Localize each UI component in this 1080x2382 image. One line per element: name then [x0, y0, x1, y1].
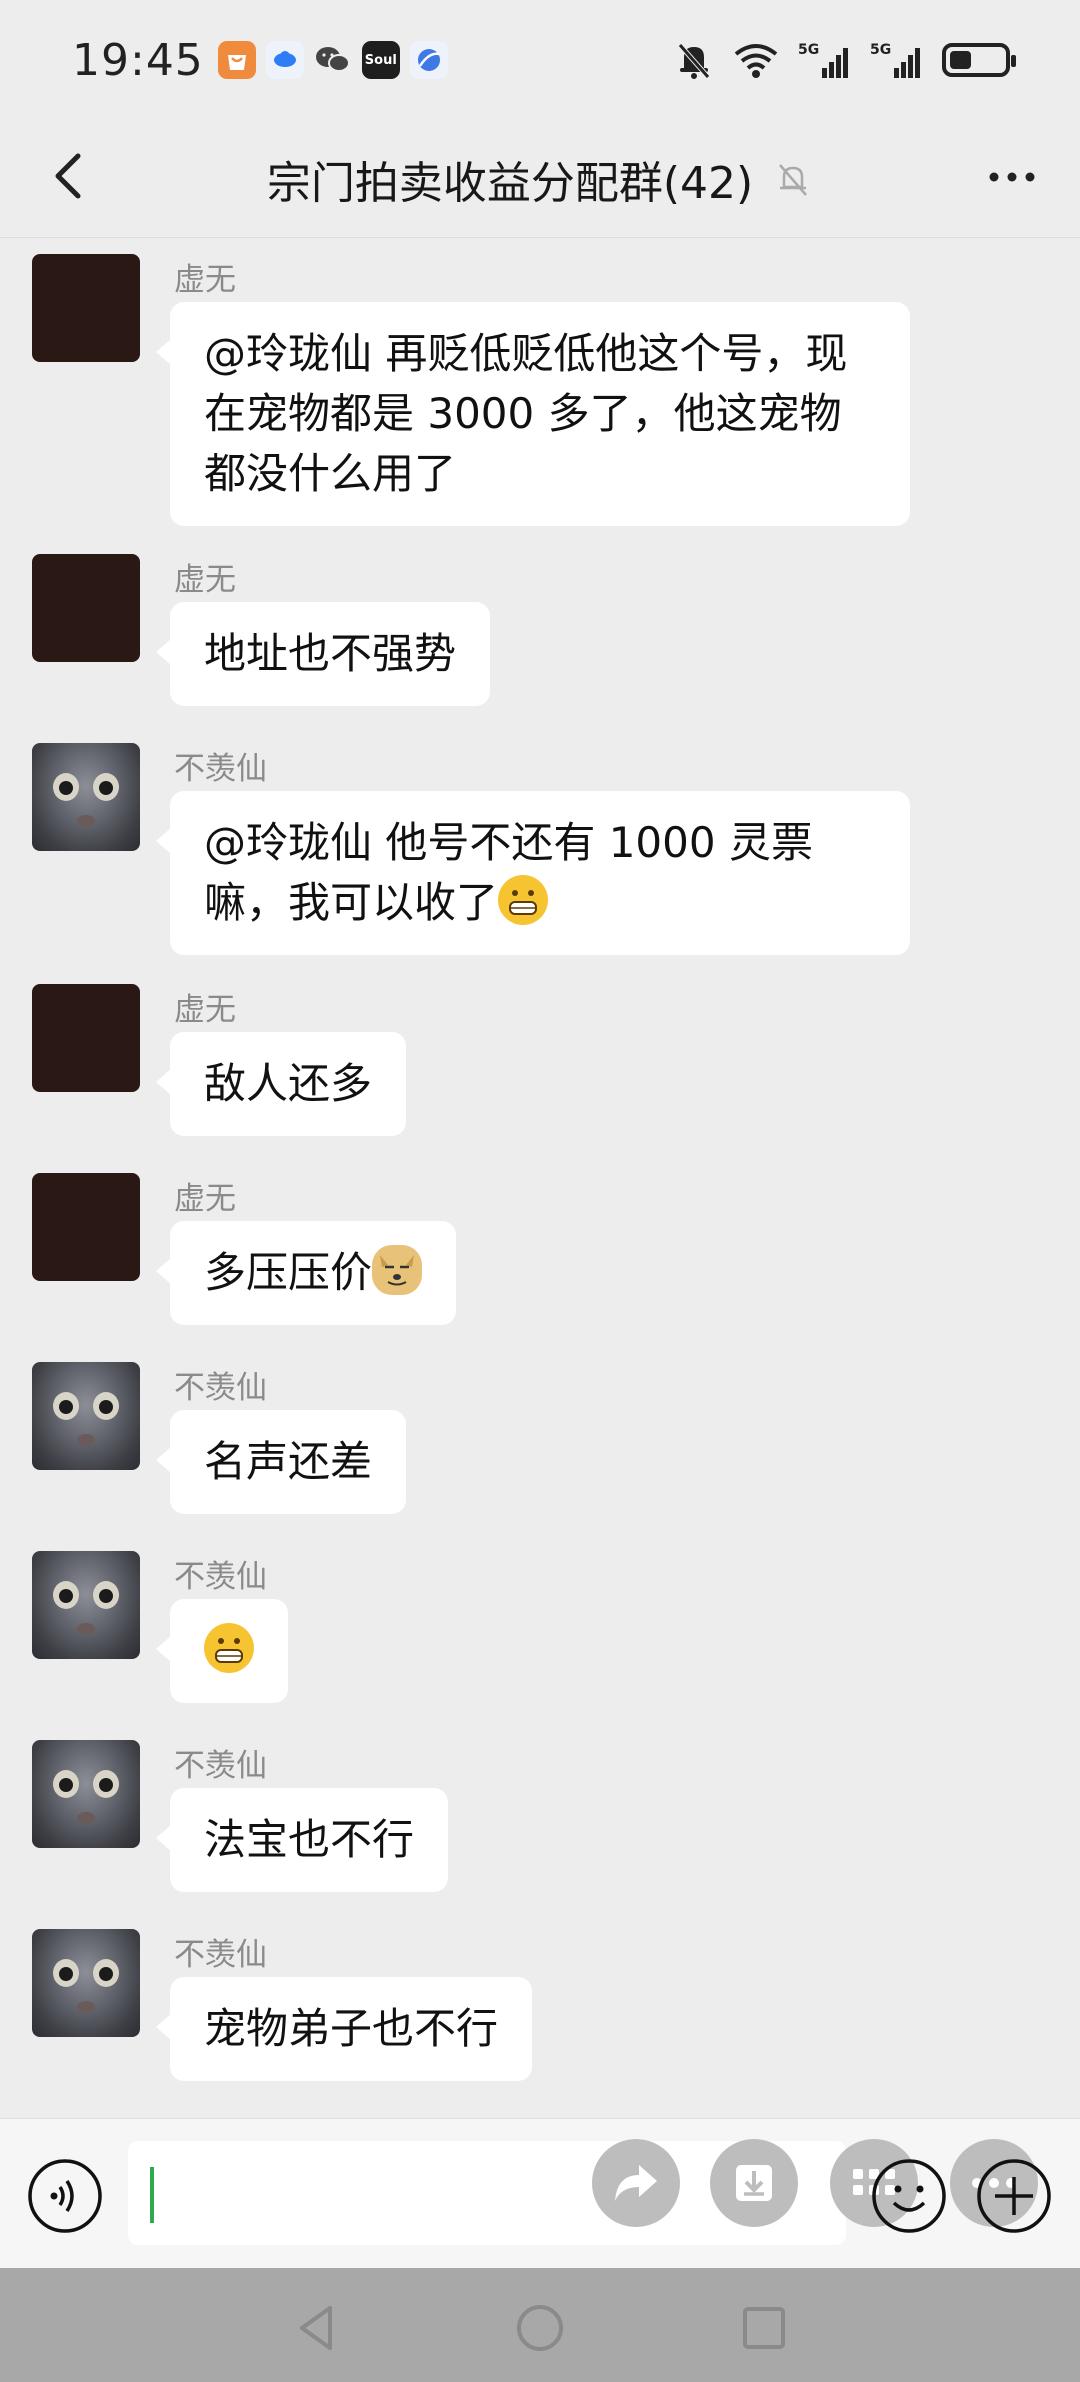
avatar[interactable] — [32, 984, 140, 1092]
message-bubble[interactable]: 名声还差 — [155, 1410, 407, 1514]
wechat-icon — [314, 41, 352, 79]
message-text: 名声还差 — [204, 1437, 373, 1486]
text-caret — [150, 2167, 154, 2223]
sender-name: 不羡仙 — [174, 1937, 267, 1973]
back-triangle-icon[interactable] — [286, 2298, 346, 2358]
message-bubble[interactable]: 宠物弟子也不行 — [155, 1977, 533, 2081]
chat-header: 宗门拍卖收益分配群(42) — [0, 120, 1080, 238]
home-circle-icon[interactable] — [510, 2298, 570, 2358]
doge-emoji — [372, 1245, 423, 1295]
back-arrow-icon[interactable] — [40, 146, 100, 206]
share-arrow-icon — [615, 2165, 657, 2201]
message-text: @玲珑仙 再贬低贬低他这个号，现在宠物都是 3000 多了，他这宠物都没什么用了 — [204, 329, 848, 498]
message-bubble[interactable]: 多压压价 — [155, 1221, 457, 1325]
sender-name: 虚无 — [174, 262, 236, 298]
baidu-cloud-icon — [265, 41, 304, 79]
signal-5g-icon: 5G — [798, 42, 848, 78]
status-app-icons: Soul — [217, 41, 448, 79]
plus-icon[interactable] — [975, 2157, 1053, 2235]
browser-icon — [409, 41, 448, 79]
emoji-smile-icon[interactable] — [870, 2157, 948, 2235]
voice-input-icon[interactable] — [26, 2157, 104, 2235]
battery-icon — [942, 43, 1016, 77]
message-bubble[interactable]: @玲珑仙 他号不还有 1000 灵票嘛，我可以收了 — [156, 791, 910, 955]
svg-text:5G: 5G — [870, 42, 891, 58]
grin-emoji — [498, 875, 549, 925]
chat-title: 宗门拍卖收益分配群(42) — [266, 157, 754, 209]
message-bubble[interactable]: @玲珑仙 再贬低贬低他这个号，现在宠物都是 3000 多了，他这宠物都没什么用了 — [156, 302, 910, 526]
message-bubble[interactable]: 敌人还多 — [155, 1032, 407, 1136]
input-bar — [0, 2118, 1080, 2268]
sender-name: 虚无 — [174, 992, 236, 1028]
avatar[interactable] — [32, 743, 140, 851]
soul-icon: Soul — [361, 41, 400, 79]
sender-name: 不羡仙 — [174, 751, 267, 787]
signal-5g-icon: 5G — [870, 42, 920, 78]
download-button[interactable] — [710, 2139, 798, 2227]
avatar[interactable] — [32, 1929, 140, 2037]
sender-name: 虚无 — [174, 562, 236, 598]
download-icon — [736, 2165, 772, 2201]
status-time: 19:45 — [72, 34, 204, 86]
sender-name: 不羡仙 — [174, 1559, 267, 1595]
avatar[interactable] — [32, 1362, 140, 1470]
avatar[interactable] — [32, 1740, 140, 1848]
bell-muted-icon — [678, 43, 710, 79]
avatar[interactable] — [32, 1551, 140, 1659]
avatar[interactable] — [32, 254, 140, 362]
message-text: 多压压价 — [204, 1248, 373, 1297]
message-text: 宠物弟子也不行 — [204, 2004, 499, 2053]
system-navigation-bar — [0, 2268, 1080, 2382]
status-bar: 19:45 Soul 5G 5G — [0, 0, 1080, 120]
wifi-icon — [734, 44, 778, 78]
message-bubble[interactable]: 地址也不强势 — [155, 602, 491, 706]
message-bubble[interactable]: 法宝也不行 — [155, 1788, 449, 1892]
message-text: 地址也不强势 — [204, 629, 457, 678]
cat-face-icon — [53, 1392, 119, 1446]
cat-face-icon — [53, 1581, 119, 1635]
shopping-bag-icon — [217, 41, 256, 79]
avatar[interactable] — [32, 554, 140, 662]
forward-button[interactable] — [592, 2139, 680, 2227]
avatar[interactable] — [32, 1173, 140, 1281]
status-indicators: 5G 5G — [674, 39, 1016, 81]
recents-square-icon[interactable] — [734, 2298, 794, 2358]
sender-name: 不羡仙 — [174, 1748, 267, 1784]
cat-face-icon — [53, 1959, 119, 2013]
message-text: 敌人还多 — [204, 1059, 373, 1108]
cat-face-icon — [53, 773, 119, 827]
cat-face-icon — [53, 1770, 119, 1824]
message-bubble[interactable] — [156, 1599, 288, 1703]
muted-bell-icon — [779, 163, 808, 196]
more-options-icon[interactable] — [982, 152, 1042, 202]
message-text: 法宝也不行 — [204, 1815, 415, 1864]
grin-emoji — [204, 1623, 254, 1673]
sender-name: 虚无 — [174, 1181, 236, 1217]
sender-name: 不羡仙 — [174, 1370, 267, 1406]
svg-text:5G: 5G — [798, 42, 819, 58]
